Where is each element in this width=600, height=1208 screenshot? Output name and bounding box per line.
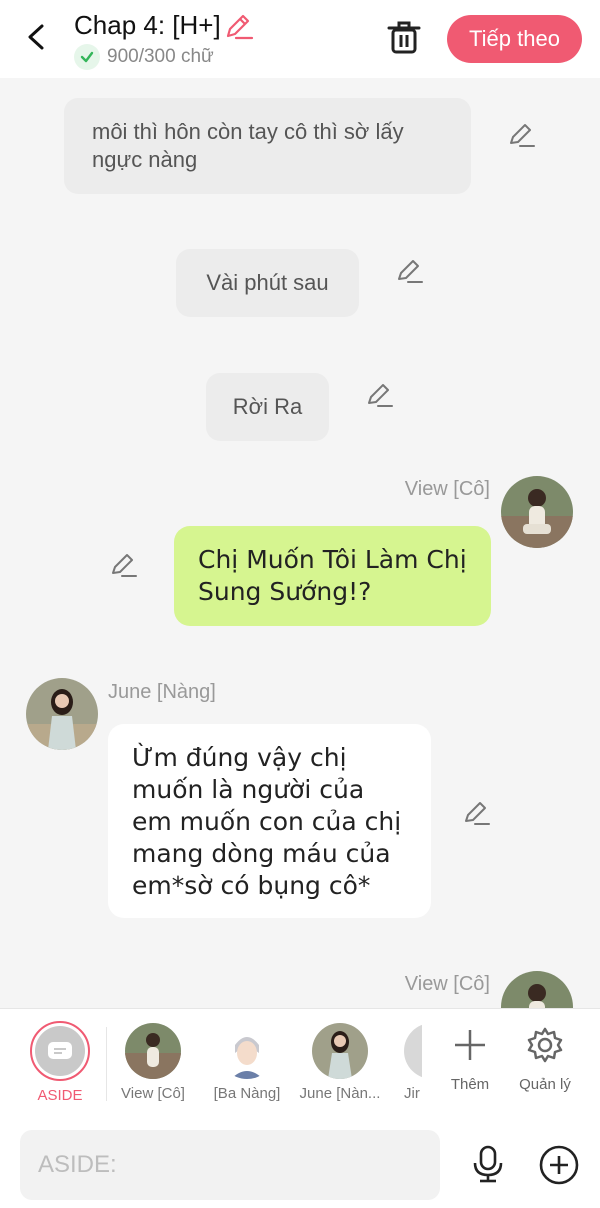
avatar — [219, 1023, 275, 1079]
word-count: 900/300 chữ — [107, 46, 214, 67]
character-chip[interactable]: June [Nàn... — [295, 1021, 385, 1102]
add-circle-icon[interactable] — [538, 1144, 580, 1186]
character-chip-aside[interactable]: ASIDE — [15, 1021, 105, 1104]
trash-icon[interactable] — [384, 18, 424, 58]
edit-icon[interactable] — [506, 120, 536, 150]
outgoing-message[interactable]: Chị Muốn Tôi Làm Chị Sung Sướng!? — [174, 526, 491, 626]
tool-label: Quản lý — [519, 1076, 571, 1093]
avatar-view[interactable] — [501, 971, 573, 1008]
character-tray: ASIDE View [Cô] [Ba Nàng] June [Nàn... J… — [0, 1008, 600, 1118]
add-character-button[interactable]: Thêm — [435, 1025, 505, 1093]
chip-label: View [Cô] — [121, 1085, 185, 1102]
message-input[interactable] — [20, 1130, 440, 1200]
chip-label: ASIDE — [37, 1087, 83, 1104]
manage-button[interactable]: Quản lý — [510, 1025, 580, 1093]
character-chip[interactable]: View [Cô] — [108, 1021, 198, 1102]
character-chip[interactable]: Jir — [384, 1021, 422, 1102]
divider — [106, 1027, 107, 1101]
avatar — [404, 1023, 422, 1079]
character-chip[interactable]: [Ba Nàng] — [202, 1021, 292, 1102]
chip-label: Jir — [404, 1085, 420, 1102]
avatar-view[interactable] — [501, 476, 573, 548]
chat-bubble-icon — [35, 1026, 85, 1076]
top-bar: Chap 4: [H+] 900/300 chữ Tiếp theo — [0, 0, 600, 78]
microphone-icon[interactable] — [468, 1144, 508, 1184]
chip-label: [Ba Nàng] — [213, 1085, 281, 1102]
narration-bubble[interactable]: Vài phút sau — [176, 249, 359, 317]
plus-icon — [455, 1030, 485, 1060]
edit-icon[interactable] — [394, 256, 424, 286]
word-count-row: 900/300 chữ — [74, 44, 214, 70]
back-arrow-icon[interactable] — [20, 20, 54, 54]
speaker-name: View [Cô] — [404, 478, 490, 500]
gear-icon — [527, 1027, 563, 1063]
check-icon — [74, 44, 100, 70]
narration-bubble[interactable]: môi thì hôn còn tay cô thì sờ lấy ngực n… — [64, 98, 471, 194]
incoming-message[interactable]: Ừm đúng vậy chị muốn là người của em muố… — [108, 724, 431, 918]
next-button[interactable]: Tiếp theo — [447, 15, 582, 63]
speaker-name: June [Nàng] — [108, 681, 216, 703]
chat-area[interactable]: môi thì hôn còn tay cô thì sờ lấy ngực n… — [0, 78, 600, 1008]
avatar-june[interactable] — [26, 678, 98, 750]
chapter-title[interactable]: Chap 4: [H+] — [74, 10, 221, 41]
edit-icon[interactable] — [461, 798, 491, 828]
edit-icon[interactable] — [108, 550, 138, 580]
aside-avatar — [30, 1021, 90, 1081]
avatar — [312, 1023, 368, 1079]
narration-bubble[interactable]: Rời Ra — [206, 373, 329, 441]
edit-title-icon[interactable] — [222, 10, 254, 42]
avatar — [125, 1023, 181, 1079]
composer-bar — [0, 1118, 600, 1208]
speaker-name: View [Cô] — [404, 973, 490, 995]
edit-icon[interactable] — [364, 380, 394, 410]
tool-label: Thêm — [450, 1076, 490, 1093]
chip-label: June [Nàn... — [299, 1085, 381, 1102]
